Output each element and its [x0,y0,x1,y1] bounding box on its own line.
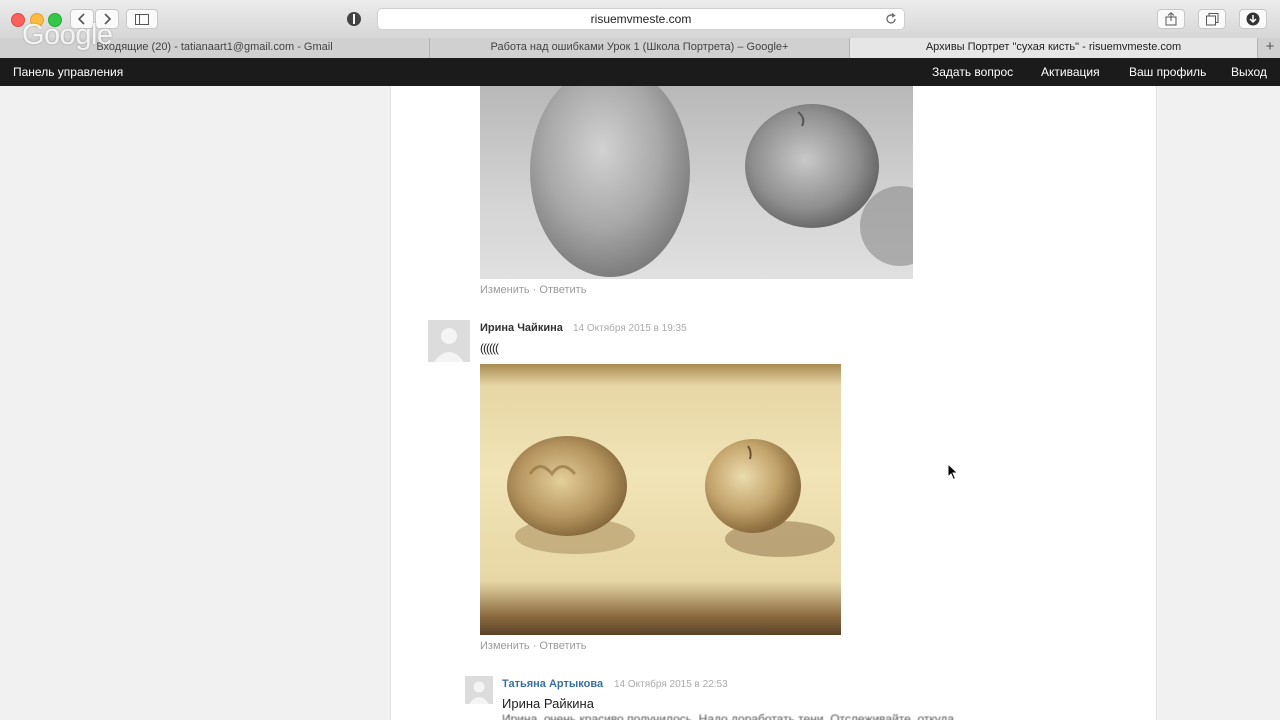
comment-author[interactable]: Татьяна Артыкова [502,678,603,690]
mouse-cursor-icon [947,463,959,481]
edit-link[interactable]: Изменить [480,284,530,296]
address-bar[interactable]: risuemvmeste.com [377,8,905,30]
avatar [428,320,470,362]
tab-google-plus[interactable]: Работа над ошибками Урок 1 (Школа Портре… [430,38,850,58]
pencil-drawing-illustration [530,86,913,277]
profile-link[interactable]: Ваш профиль [1129,65,1206,79]
comment-text: (((((( [480,341,499,355]
comment-author[interactable]: Ирина Чайкина [480,322,563,334]
comment-text: Ирина Райкина [502,696,594,711]
tab-bar: Входящие (20) - tatianaart1@gmail.com - … [0,38,1280,59]
separator: · [532,640,537,652]
logout-link[interactable]: Выход [1231,65,1267,79]
edit-link[interactable]: Изменить [480,640,530,652]
reply-link[interactable]: Ответить [539,640,586,652]
shield-icon [347,12,361,26]
new-tab-button[interactable]: + [1260,38,1280,58]
show-tabs-button[interactable] [1198,9,1226,29]
comment-actions: Изменить · Ответить [480,640,586,652]
comment-date[interactable]: 14 Октября 2015 в 22:53 [614,679,728,690]
comment-image-sepia-drawing[interactable] [480,364,841,635]
comment-image-pencil-drawing[interactable] [480,86,913,279]
sidebar-icon [135,13,149,25]
share-icon [1165,12,1177,26]
avatar [465,676,493,704]
ask-question-link[interactable]: Задать вопрос [932,65,1013,79]
comment-actions: Изменить · Ответить [480,284,586,296]
downloads-button[interactable] [1239,9,1267,29]
user-silhouette-icon [428,320,470,362]
sepia-drawing-illustration [507,436,835,557]
separator: · [532,284,537,296]
admin-bar: Панель управления Задать вопрос Активаци… [0,58,1280,86]
user-silhouette-icon [465,676,493,704]
privacy-shield-button[interactable] [341,9,367,29]
comment-date[interactable]: 14 Октября 2015 в 19:35 [573,323,687,334]
download-icon [1246,12,1260,26]
comment-text-continued: Ирина, очень красиво получилось. Надо до… [502,712,955,720]
url-text: risuemvmeste.com [590,12,692,26]
reload-icon[interactable] [884,12,898,26]
tab-risuemvmeste[interactable]: Архивы Портрет "сухая кисть" - risuemvme… [850,38,1258,58]
google-logo: Google [22,19,113,51]
tabs-icon [1205,12,1218,25]
reply-link[interactable]: Ответить [539,284,586,296]
sidebar-toggle-button[interactable] [126,9,158,29]
activation-link[interactable]: Активация [1041,65,1100,79]
comments-area: Изменить · Ответить Ирина Чайкина 14 Окт… [390,86,1157,720]
share-button[interactable] [1157,9,1185,29]
browser-toolbar: risuemvmeste.com [0,0,1280,39]
dashboard-link[interactable]: Панель управления [13,65,123,79]
